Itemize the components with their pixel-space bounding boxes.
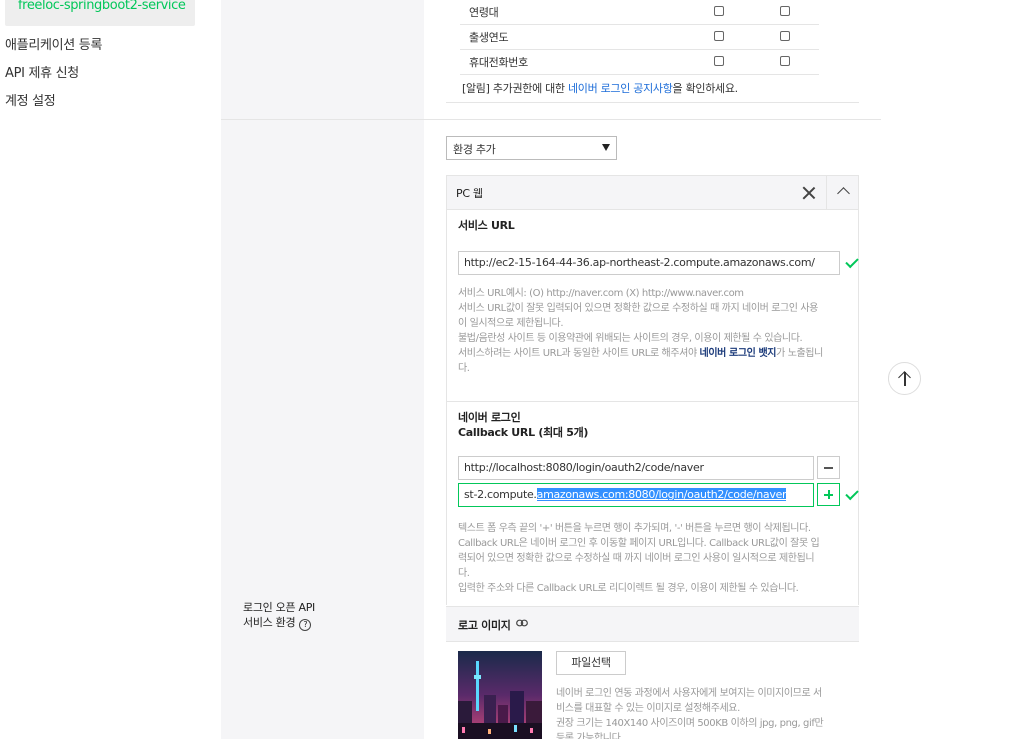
callback-url-input-1[interactable]: http://localhost:8080/login/oauth2/code/… (458, 456, 814, 480)
add-environment-select[interactable]: 환경 추가 (446, 136, 617, 160)
required-checkbox[interactable] (714, 6, 724, 16)
caret-down-icon (602, 144, 610, 151)
badge-link[interactable]: 네이버 로그인 뱃지 (700, 348, 777, 359)
desc-line: 서비스 URL값이 잘못 입력되어 있으면 정확한 값으로 수정하실 때 까지 … (458, 303, 818, 314)
callback-url-input-2[interactable]: st-2.compute.amazonaws.com:8080/login/oa… (458, 483, 814, 507)
section-label-line: 서비스 환경? (243, 615, 315, 631)
selected-text: amazonaws.com:8080/login/oauth2/code/nav… (536, 488, 787, 501)
permission-name: 휴대전화번호 (469, 56, 528, 69)
sidebar-item-api-partnership[interactable]: API 제휴 신청 (5, 62, 79, 81)
naver-login-notice-link[interactable]: 네이버 로그인 공지사항 (568, 82, 673, 95)
logo-image-title: 로고 이미지 (458, 619, 511, 632)
desc-line: 다. (458, 568, 470, 579)
desc-line: 서비스하려는 사이트 URL과 동일한 사이트 URL로 해주셔야 네이버 로그… (458, 346, 842, 361)
desc-line: 등록 가능합니다. (556, 733, 624, 739)
callback-title-line: 네이버 로그인 (458, 411, 521, 424)
callback-url-title: 네이버 로그인 Callback URL (최대 5개) (458, 410, 588, 440)
selected-app-chip[interactable]: freeloc-springboot2-service (5, 0, 195, 26)
logo-image-description: 네이버 로그인 연동 과정에서 사용자에게 보여지는 이미지이므로 서 비스를 … (556, 686, 841, 739)
service-url-title: 서비스 URL (458, 219, 515, 232)
service-url-input[interactable]: http://ec2-15-164-44-36.ap-northeast-2.c… (458, 251, 840, 275)
link-icon (516, 619, 528, 627)
optional-checkbox[interactable] (780, 31, 790, 41)
close-icon[interactable] (800, 184, 818, 202)
notice-prefix: [알림] 추가권한에 대한 (462, 82, 568, 95)
panel-title: PC 웹 (456, 187, 483, 200)
permission-row: 휴대전화번호 (460, 50, 819, 75)
required-checkbox[interactable] (714, 56, 724, 66)
desc-line: Callback URL은 네이버 로그인 후 이동할 페이지 URL입니다. … (458, 538, 820, 549)
desc-line: 텍스트 폼 우측 끝의 '+' 버튼을 누르면 행이 추가되며, '-' 버튼을… (458, 523, 811, 534)
select-value: 환경 추가 (453, 143, 496, 156)
add-row-button[interactable] (817, 483, 840, 506)
desc-line: 서비스 URL예시: (O) http://naver.com (X) http… (458, 288, 744, 299)
sidebar-item-app-register[interactable]: 애플리케이션 등록 (5, 34, 102, 53)
desc-line: 력되어 있으면 정확한 값으로 수정하실 때 까지 네이버 로그인 사용이 일시… (458, 553, 815, 564)
remove-row-button[interactable] (817, 456, 840, 479)
section-label-line: 로그인 오픈 API (243, 601, 315, 614)
desc-line: 비스를 대표할 수 있는 이미지로 설정해주세요. (556, 703, 740, 714)
section-label: 로그인 오픈 API 서비스 환경? (243, 600, 315, 631)
section-divider (221, 119, 881, 120)
chevron-up-icon[interactable] (826, 176, 859, 209)
divider (446, 102, 859, 103)
section-label-column (221, 120, 424, 739)
optional-checkbox[interactable] (780, 56, 790, 66)
section-label-column-top (221, 0, 424, 119)
scroll-to-top-button[interactable] (888, 362, 921, 395)
desc-line: 입력한 주소와 다른 Callback URL로 리디이렉트 될 경우, 이용이… (458, 583, 799, 594)
desc-line: 권장 크기는 140X140 사이즈이며 500KB 이하의 jpg, png,… (556, 718, 824, 729)
permission-name: 출생연도 (469, 31, 509, 44)
desc-line: 네이버 로그인 연동 과정에서 사용자에게 보여지는 이미지이므로 서 (556, 688, 822, 699)
service-url-description: 서비스 URL예시: (O) http://naver.com (X) http… (458, 286, 842, 376)
divider (447, 401, 858, 402)
permission-row: 출생연도 (460, 25, 819, 50)
sidebar: freeloc-springboot2-service 애플리케이션 등록 AP… (0, 0, 200, 739)
pc-web-panel-header: PC 웹 (446, 175, 859, 210)
section-label-text: 서비스 환경 (243, 616, 296, 629)
logo-thumbnail (458, 651, 542, 739)
sidebar-item-account-settings[interactable]: 계정 설정 (5, 90, 56, 109)
desc-line: 이 일시적으로 제한됩니다. (458, 318, 564, 329)
desc-text: 서비스하려는 사이트 URL과 동일한 사이트 URL로 해주셔야 (458, 348, 700, 359)
desc-text: 가 노출됩니 (776, 348, 823, 359)
file-select-button[interactable]: 파일선택 (556, 651, 626, 675)
input-text: st-2.compute. (464, 488, 537, 501)
app-name: freeloc-springboot2-service (18, 0, 186, 13)
notice-suffix: 을 확인하세요. (672, 82, 739, 95)
callback-url-description: 텍스트 폼 우측 끝의 '+' 버튼을 누르면 행이 추가되며, '-' 버튼을… (458, 521, 842, 596)
permission-notice: [알림] 추가권한에 대한 네이버 로그인 공지사항을 확인하세요. (462, 80, 738, 96)
help-icon[interactable]: ? (299, 619, 312, 631)
desc-line: 불법/음란성 사이트 등 이용약관에 위배되는 사이트의 경우, 이용이 제한될… (458, 333, 803, 344)
permission-name: 연령대 (469, 6, 499, 19)
optional-checkbox[interactable] (780, 6, 790, 16)
desc-line: 다. (458, 363, 470, 374)
permission-row: 연령대 (460, 0, 819, 25)
logo-image-header: 로고 이미지 (446, 606, 859, 642)
callback-title-line: Callback URL (최대 5개) (458, 426, 589, 439)
required-checkbox[interactable] (714, 31, 724, 41)
